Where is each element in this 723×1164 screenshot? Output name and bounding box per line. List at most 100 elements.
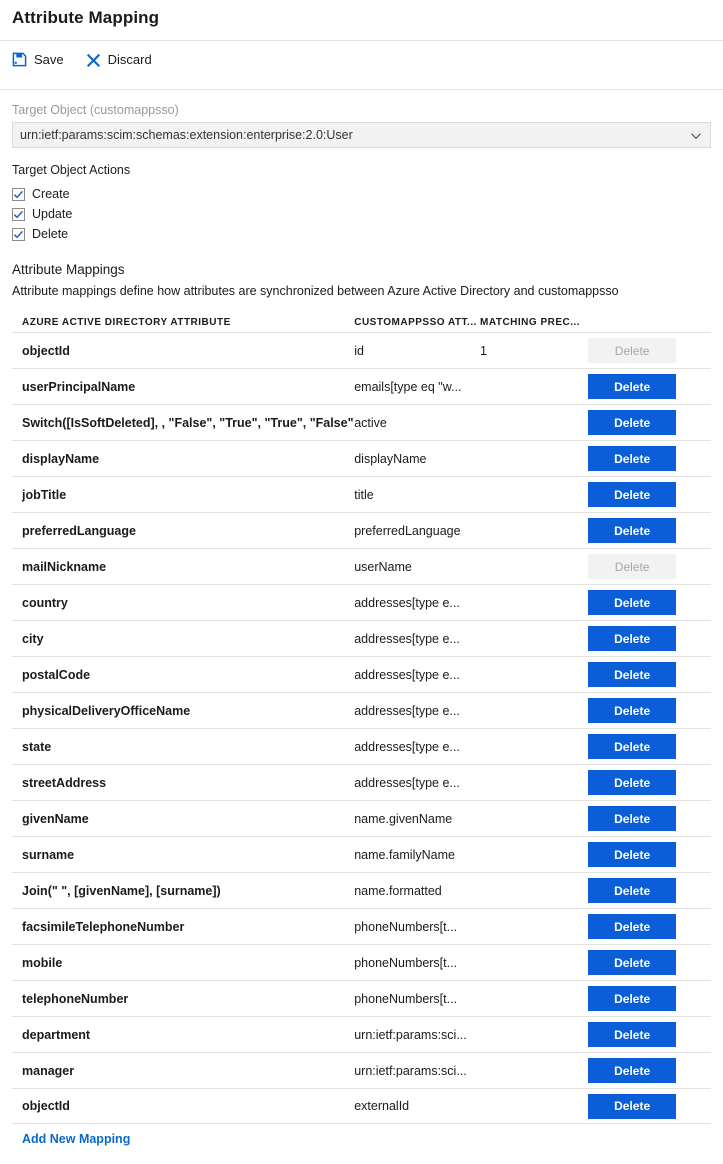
delete-row-button[interactable]: Delete [588, 986, 677, 1011]
table-row: state addresses[type e... Delete [12, 728, 711, 764]
column-header-source: AZURE ACTIVE DIRECTORY ATTRIBUTE [22, 317, 231, 328]
delete-row-button[interactable]: Delete [588, 806, 677, 831]
cell-actions: Delete [588, 374, 711, 399]
cell-source-attribute[interactable]: mailNickname [12, 560, 354, 574]
save-floppy-icon [12, 52, 27, 67]
cell-actions: Delete [588, 662, 711, 687]
save-button-label: Save [34, 51, 64, 67]
delete-row-button[interactable]: Delete [588, 770, 677, 795]
cell-target-attribute: phoneNumbers[t... [354, 991, 458, 1006]
cell-actions: Delete [588, 1093, 711, 1119]
table-row: physicalDeliveryOfficeName addresses[type… [12, 692, 711, 728]
delete-row-button[interactable]: Delete [588, 518, 677, 543]
cell-source-attribute[interactable]: objectId [12, 344, 354, 358]
cell-target-attribute: addresses[type e... [354, 631, 460, 646]
cell-source-attribute[interactable]: displayName [12, 452, 354, 466]
close-x-icon [86, 52, 101, 67]
cell-target-attribute: name.formatted [354, 883, 442, 898]
cell-target-attribute: userName [354, 559, 412, 574]
attribute-mappings-table: AZURE ACTIVE DIRECTORY ATTRIBUTE CUSTOMA… [12, 312, 711, 1124]
delete-row-button[interactable]: Delete [588, 1058, 677, 1083]
delete-row-button[interactable]: Delete [588, 842, 677, 867]
checkbox-label-delete: Delete [32, 226, 69, 241]
table-row: objectId id 1 Delete [12, 332, 711, 368]
delete-row-button[interactable]: Delete [588, 482, 677, 507]
cell-source-attribute[interactable]: country [12, 596, 354, 610]
cell-actions: Delete [588, 446, 711, 471]
delete-row-button[interactable]: Delete [588, 590, 677, 615]
table-row: objectId externalId Delete [12, 1088, 711, 1124]
discard-button[interactable]: Discard [86, 52, 152, 67]
add-new-mapping-link[interactable]: Add New Mapping [22, 1132, 130, 1146]
cell-source-attribute[interactable]: manager [12, 1064, 354, 1078]
cell-source-attribute[interactable]: postalCode [12, 668, 354, 682]
checkbox-row-delete[interactable]: Delete [12, 225, 711, 243]
table-row: city addresses[type e... Delete [12, 620, 711, 656]
cell-source-attribute[interactable]: facsimileTelephoneNumber [12, 920, 354, 934]
checkmark-icon [13, 230, 23, 238]
cell-source-attribute[interactable]: state [12, 740, 354, 754]
table-row: telephoneNumber phoneNumbers[t... Delete [12, 980, 711, 1016]
cell-source-attribute[interactable]: userPrincipalName [12, 380, 354, 394]
table-row: Join(" ", [givenName], [surname]) name.fo… [12, 872, 711, 908]
cell-source-attribute[interactable]: preferredLanguage [12, 524, 354, 538]
cell-source-attribute[interactable]: jobTitle [12, 488, 354, 502]
checkbox-label-create: Create [32, 186, 70, 201]
delete-row-button[interactable]: Delete [588, 914, 677, 939]
table-row: mailNickname userName Delete [12, 548, 711, 584]
cell-target-attribute: name.givenName [354, 811, 453, 826]
delete-row-button[interactable]: Delete [588, 950, 677, 975]
cell-source-attribute[interactable]: city [12, 632, 354, 646]
table-row: givenName name.givenName Delete [12, 800, 711, 836]
attribute-mappings-description: Attribute mappings define how attributes… [12, 284, 619, 298]
target-object-label: Target Object (customappsso) [12, 103, 179, 117]
table-row: jobTitle title Delete [12, 476, 711, 512]
cell-source-attribute[interactable]: objectId [12, 1099, 354, 1113]
cell-target-attribute: name.familyName [354, 847, 455, 862]
delete-row-button[interactable]: Delete [588, 626, 677, 651]
delete-row-button[interactable]: Delete [588, 1022, 677, 1047]
cell-source-attribute[interactable]: physicalDeliveryOfficeName [12, 704, 354, 718]
cell-actions: Delete [588, 698, 711, 723]
delete-row-button[interactable]: Delete [588, 734, 677, 759]
delete-row-button[interactable]: Delete [588, 374, 677, 399]
checkmark-icon [13, 190, 23, 198]
delete-row-button[interactable]: Delete [588, 446, 677, 471]
checkbox-row-create[interactable]: Create [12, 185, 711, 203]
cell-source-attribute[interactable]: department [12, 1028, 354, 1042]
checkbox-row-update[interactable]: Update [12, 205, 711, 223]
checkbox-update[interactable] [12, 207, 25, 221]
commandbar-divider [0, 89, 723, 90]
cell-target-attribute: id [354, 343, 364, 358]
cell-source-attribute[interactable]: mobile [12, 956, 354, 970]
cell-source-attribute[interactable]: Join(" ", [givenName], [surname]) [12, 884, 354, 898]
delete-row-button[interactable]: Delete [588, 662, 677, 687]
table-row: manager urn:ietf:params:sci... Delete [12, 1052, 711, 1088]
checkbox-label-update: Update [32, 206, 73, 221]
cell-source-attribute[interactable]: telephoneNumber [12, 992, 354, 1006]
save-button[interactable]: Save [12, 52, 64, 67]
cell-actions: Delete [588, 626, 711, 651]
cell-target-attribute: addresses[type e... [354, 667, 460, 682]
attribute-mapping-page: Attribute Mapping Save Discard Target Ob… [0, 0, 723, 1148]
cell-actions: Delete [588, 950, 711, 975]
delete-row-button[interactable]: Delete [588, 1093, 677, 1119]
cell-source-attribute[interactable]: surname [12, 848, 354, 862]
cell-source-attribute[interactable]: streetAddress [12, 776, 354, 790]
command-bar: Save Discard [0, 41, 723, 77]
table-row: postalCode addresses[type e... Delete [12, 656, 711, 692]
delete-row-button[interactable]: Delete [588, 878, 677, 903]
cell-target-attribute: preferredLanguage [354, 523, 461, 538]
target-object-select[interactable]: urn:ietf:params:scim:schemas:extension:e… [12, 122, 711, 148]
delete-row-button[interactable]: Delete [588, 410, 677, 435]
delete-row-button: Delete [588, 338, 677, 363]
cell-actions: Delete [588, 1058, 711, 1083]
page-title: Attribute Mapping [12, 8, 160, 27]
delete-row-button[interactable]: Delete [588, 698, 677, 723]
delete-row-button: Delete [588, 554, 677, 579]
checkbox-create[interactable] [12, 187, 25, 201]
cell-source-attribute[interactable]: givenName [12, 812, 354, 826]
checkbox-delete[interactable] [12, 227, 25, 241]
cell-source-attribute[interactable]: Switch([IsSoftDeleted], , "False", "True… [12, 416, 354, 430]
checkmark-icon [13, 210, 23, 218]
